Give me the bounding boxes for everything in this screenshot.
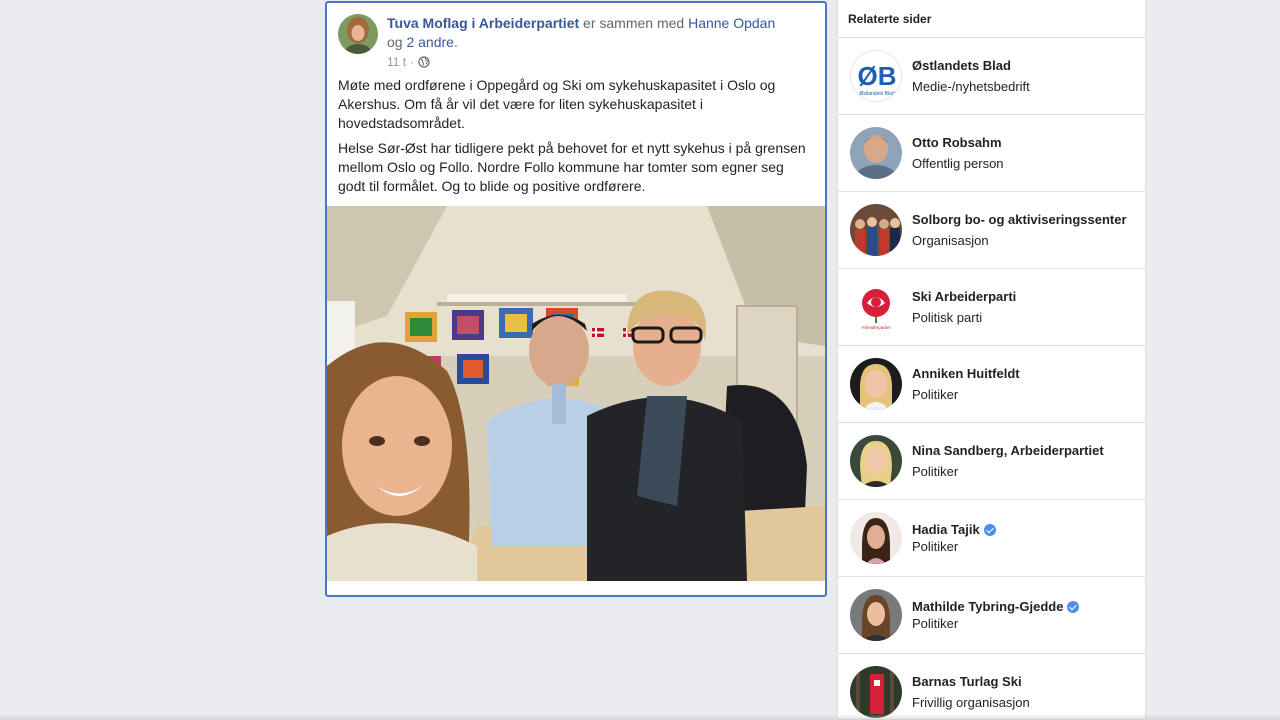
related-page-item[interactable]: Arbeiderpartiet Ski Arbeiderparti Politi… bbox=[838, 269, 1145, 346]
related-page-name-text[interactable]: Mathilde Tybring-Gjedde bbox=[912, 599, 1063, 614]
post-meta: 11 t · bbox=[387, 54, 430, 70]
related-page-category: Politiker bbox=[912, 387, 959, 402]
meta-separator: · bbox=[410, 55, 415, 69]
post-paragraph: Helse Sør-Øst har tidligere pekt på beho… bbox=[338, 140, 806, 194]
related-page-category: Organisasjon bbox=[912, 233, 989, 248]
related-page-item[interactable]: Anniken Huitfeldt Politiker bbox=[838, 346, 1145, 423]
related-page-name-text[interactable]: Otto Robsahm bbox=[912, 135, 1002, 150]
related-page-name[interactable]: Ski Arbeiderparti bbox=[912, 289, 1016, 304]
related-page-name-text[interactable]: Solborg bo- og aktiviseringssenter bbox=[912, 212, 1127, 227]
related-page-name[interactable]: Barnas Turlag Ski bbox=[912, 674, 1022, 689]
related-page-name[interactable]: Østlandets Blad bbox=[912, 58, 1011, 73]
related-page-category: Politiker bbox=[912, 539, 959, 554]
related-page-avatar[interactable] bbox=[850, 204, 902, 256]
related-pages-panel: Relaterte sider ØB Østlandets Blad Østla… bbox=[837, 0, 1146, 720]
related-page-avatar[interactable] bbox=[850, 358, 902, 410]
related-page-name[interactable]: Anniken Huitfeldt bbox=[912, 366, 1020, 381]
with-text: er sammen med bbox=[579, 15, 689, 31]
related-page-category: Medie-/nyhetsbedrift bbox=[912, 79, 1030, 94]
related-page-name-text[interactable]: Barnas Turlag Ski bbox=[912, 674, 1022, 689]
related-page-name-text[interactable]: Ski Arbeiderparti bbox=[912, 289, 1016, 304]
post-photo[interactable] bbox=[327, 206, 825, 581]
related-page-avatar[interactable] bbox=[850, 666, 902, 718]
related-page-name-text[interactable]: Hadia Tajik bbox=[912, 522, 980, 537]
related-page-avatar[interactable]: ØB Østlandets Blad bbox=[850, 50, 902, 102]
related-page-name[interactable]: Hadia Tajik bbox=[912, 522, 996, 537]
post-paragraph: Møte med ordførene i Oppegård og Ski om … bbox=[338, 77, 776, 131]
related-pages-title: Relaterte sider bbox=[838, 0, 1145, 38]
related-page-name[interactable]: Otto Robsahm bbox=[912, 135, 1002, 150]
verified-badge-icon bbox=[1067, 600, 1080, 613]
related-page-item[interactable]: Mathilde Tybring-Gjedde Politiker bbox=[838, 577, 1145, 654]
tagged-link[interactable]: Hanne Opdan bbox=[688, 15, 775, 31]
related-page-category: Frivillig organisasjon bbox=[912, 695, 1030, 710]
related-page-name-text[interactable]: Østlandets Blad bbox=[912, 58, 1011, 73]
others-link[interactable]: 2 andre bbox=[406, 34, 453, 50]
related-page-item[interactable]: Hadia Tajik Politiker bbox=[838, 500, 1145, 577]
related-page-avatar[interactable]: Arbeiderpartiet bbox=[850, 281, 902, 333]
post-header: Tuva Moflag i Arbeiderpartiet er sammen … bbox=[338, 14, 815, 74]
author-link[interactable]: Tuva Moflag i Arbeiderpartiet bbox=[387, 15, 579, 31]
period-text: . bbox=[453, 34, 458, 50]
post-header-text: Tuva Moflag i Arbeiderpartiet er sammen … bbox=[387, 14, 785, 52]
related-page-category: Politisk parti bbox=[912, 310, 983, 325]
related-page-avatar[interactable] bbox=[850, 589, 902, 641]
related-page-avatar[interactable] bbox=[850, 127, 902, 179]
related-page-name-text[interactable]: Nina Sandberg, Arbeiderpartiet bbox=[912, 443, 1104, 458]
related-page-item[interactable]: Nina Sandberg, Arbeiderpartiet Politiker bbox=[838, 423, 1145, 500]
related-page-name[interactable]: Solborg bo- og aktiviseringssenter bbox=[912, 212, 1127, 227]
rose-logo-icon: Arbeiderpartiet bbox=[850, 281, 902, 333]
ap-logo-small: Arbeiderpartiet bbox=[861, 325, 891, 330]
ob-logo-small: Østlandets Blad bbox=[859, 91, 895, 97]
related-page-name[interactable]: Mathilde Tybring-Gjedde bbox=[912, 599, 1080, 614]
verified-badge-icon bbox=[983, 523, 996, 536]
related-page-item[interactable]: Otto Robsahm Offentlig person bbox=[838, 115, 1145, 192]
related-page-item[interactable]: ØB Østlandets Blad Østlandets Blad Medie… bbox=[838, 38, 1145, 115]
post-card: Tuva Moflag i Arbeiderpartiet er sammen … bbox=[325, 1, 827, 597]
ob-logo-text: ØB bbox=[858, 61, 897, 91]
related-page-item[interactable]: Barnas Turlag Ski Frivillig organisasjon bbox=[838, 654, 1145, 720]
related-page-name[interactable]: Nina Sandberg, Arbeiderpartiet bbox=[912, 443, 1104, 458]
related-page-name-text[interactable]: Anniken Huitfeldt bbox=[912, 366, 1020, 381]
post-text: Møte med ordførene i Oppegård og Ski om … bbox=[338, 76, 813, 202]
globe-icon[interactable] bbox=[418, 56, 430, 68]
and-text: og bbox=[387, 34, 407, 50]
post-time[interactable]: 11 t bbox=[387, 54, 406, 70]
author-avatar[interactable] bbox=[338, 14, 378, 54]
related-page-avatar[interactable] bbox=[850, 435, 902, 487]
related-page-category: Politiker bbox=[912, 616, 959, 631]
related-page-avatar[interactable] bbox=[850, 512, 902, 564]
bottom-edge bbox=[0, 714, 1280, 720]
related-page-item[interactable]: Solborg bo- og aktiviseringssenter Organ… bbox=[838, 192, 1145, 269]
related-page-category: Offentlig person bbox=[912, 156, 1004, 171]
related-page-category: Politiker bbox=[912, 464, 959, 479]
